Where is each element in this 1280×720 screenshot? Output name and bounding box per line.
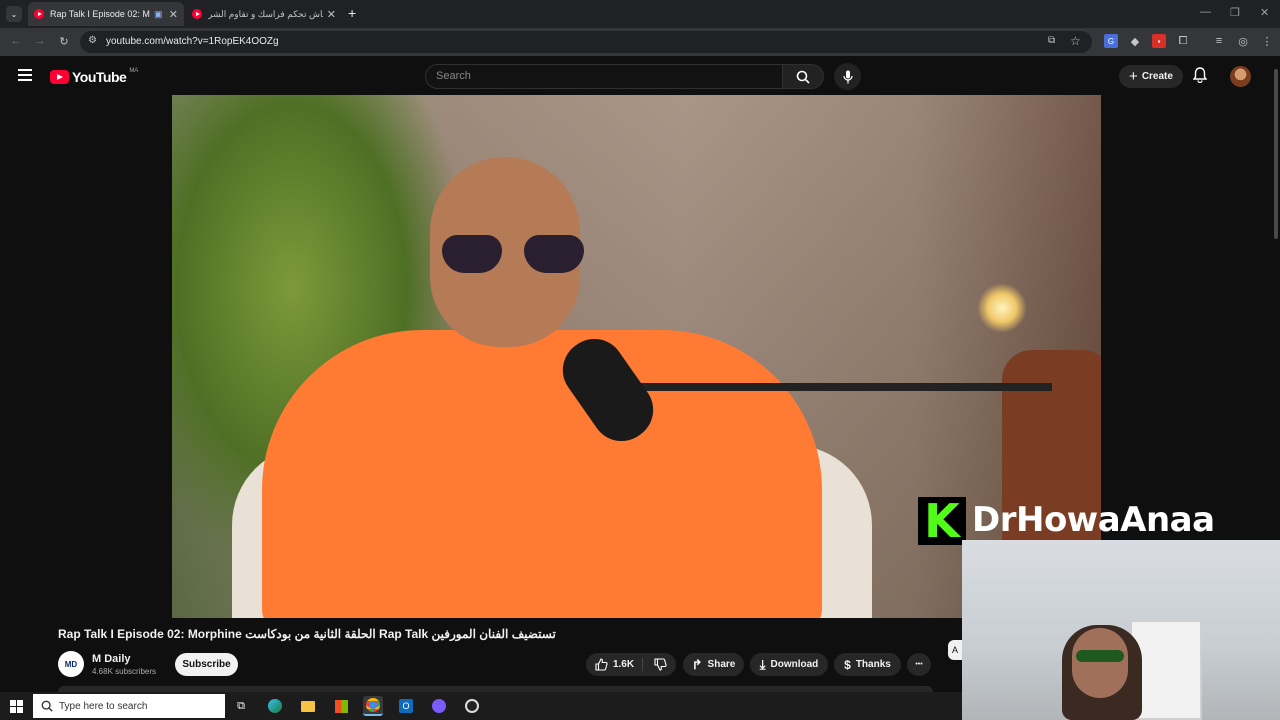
tab-label: كيفاش تحكم فراسك و تقاوم الشر... bbox=[208, 8, 323, 19]
tab-rap-talk[interactable]: Rap Talk I Episode 02: Morp ▣ ✕ bbox=[28, 2, 184, 26]
install-app-icon[interactable]: ⧉ bbox=[1048, 35, 1055, 46]
address-bar[interactable]: ⚙ youtube.com/watch?v=1RopEK4OOZg ⧉ ☆ bbox=[80, 31, 1092, 53]
maximize-icon[interactable]: ❐ bbox=[1230, 6, 1240, 19]
search-input[interactable] bbox=[436, 70, 736, 82]
download-button[interactable]: ⤓ Download bbox=[750, 653, 828, 676]
site-info-icon[interactable]: ⚙ bbox=[88, 35, 97, 46]
extension-red-icon[interactable]: ▪ bbox=[1152, 34, 1166, 48]
profile-icon[interactable]: ◎ bbox=[1236, 34, 1250, 48]
guest-image bbox=[262, 330, 822, 618]
cast-icon: ▣ bbox=[154, 8, 163, 19]
extension-diamond-icon[interactable]: ◆ bbox=[1128, 34, 1142, 48]
outlook-icon[interactable]: O bbox=[396, 696, 416, 716]
thumbs-down-icon bbox=[654, 658, 667, 671]
tab-search-button[interactable]: ⌄ bbox=[6, 6, 22, 22]
side-panel-tab[interactable]: A bbox=[948, 640, 962, 660]
streamer-name: DrHowaAnaa bbox=[972, 500, 1215, 540]
store-icon[interactable] bbox=[331, 696, 351, 716]
browser-tab-strip: ⌄ Rap Talk I Episode 02: Morp ▣ ✕ كيفاش … bbox=[0, 0, 1280, 28]
tab-label: Rap Talk I Episode 02: Morp bbox=[50, 9, 150, 19]
share-label: Share bbox=[707, 659, 736, 670]
task-view-icon[interactable]: ⧉ bbox=[231, 696, 251, 716]
tab-arabic-video[interactable]: كيفاش تحكم فراسك و تقاوم الشر... ✕ bbox=[186, 2, 342, 26]
minimize-icon[interactable]: — bbox=[1200, 6, 1211, 18]
mic-arm-image bbox=[632, 383, 1052, 391]
youtube-wordmark: YouTube bbox=[72, 69, 127, 85]
back-icon[interactable]: ← bbox=[9, 34, 23, 48]
browser-menu-icon[interactable]: ⋮ bbox=[1260, 34, 1274, 48]
microphone-icon bbox=[842, 70, 853, 83]
chrome-icon[interactable] bbox=[363, 696, 383, 716]
download-icon: ⤓ bbox=[759, 656, 766, 672]
forward-icon[interactable]: → bbox=[33, 34, 47, 48]
channel-avatar[interactable]: MD bbox=[58, 651, 84, 677]
share-button[interactable]: ↱ Share bbox=[683, 653, 744, 676]
url-text: youtube.com/watch?v=1RopEK4OOZg bbox=[106, 36, 279, 47]
discord-icon[interactable] bbox=[429, 696, 449, 716]
create-button[interactable]: + Create bbox=[1119, 65, 1183, 88]
thanks-button[interactable]: $ Thanks bbox=[834, 653, 901, 676]
translate-extension-icon[interactable]: G bbox=[1104, 34, 1118, 48]
channel-name[interactable]: M Daily bbox=[92, 653, 131, 665]
browser-toolbar: ← → ↻ ⚙ youtube.com/watch?v=1RopEK4OOZg … bbox=[0, 28, 1280, 56]
lamp-image bbox=[977, 283, 1027, 333]
plus-icon: + bbox=[1129, 68, 1138, 85]
user-avatar[interactable] bbox=[1230, 66, 1251, 87]
share-icon: ↱ bbox=[691, 656, 703, 672]
streamer-face-image bbox=[1072, 628, 1128, 698]
taskbar-search[interactable] bbox=[33, 694, 225, 718]
kick-logo-letter: K bbox=[924, 494, 960, 548]
dislike-button[interactable] bbox=[648, 658, 667, 671]
super-thanks-icon: $ bbox=[844, 657, 851, 672]
extensions-puzzle-icon[interactable]: ⧠ bbox=[1176, 34, 1190, 48]
subscriber-count: 4.68K subscribers bbox=[92, 667, 157, 676]
thanks-label: Thanks bbox=[855, 659, 891, 670]
sunglasses-image bbox=[442, 235, 587, 273]
thumbs-up-icon bbox=[595, 658, 608, 671]
like-count: 1.6K bbox=[612, 659, 635, 670]
subscribe-button[interactable]: Subscribe bbox=[175, 653, 238, 676]
file-explorer-icon[interactable] bbox=[298, 696, 318, 716]
windows-taskbar: ⧉ O bbox=[0, 692, 962, 720]
video-title: Rap Talk I Episode 02: Morphine الحلقة ا… bbox=[58, 627, 556, 641]
like-button[interactable]: 1.6K bbox=[595, 658, 644, 671]
search-icon bbox=[796, 70, 810, 84]
download-label: Download bbox=[770, 659, 819, 670]
search-button[interactable] bbox=[782, 64, 824, 89]
notifications-bell-icon[interactable] bbox=[1192, 67, 1208, 88]
close-tab-icon[interactable]: ✕ bbox=[327, 8, 336, 21]
new-tab-button[interactable]: + bbox=[348, 5, 356, 21]
edge-icon[interactable] bbox=[265, 696, 285, 716]
close-window-icon[interactable]: ✕ bbox=[1260, 6, 1269, 19]
streamer-glasses-image bbox=[1076, 650, 1124, 662]
youtube-play-icon bbox=[50, 70, 69, 84]
taskbar-search-input[interactable] bbox=[59, 700, 219, 712]
search-box bbox=[425, 64, 783, 89]
obs-icon[interactable] bbox=[462, 696, 482, 716]
close-tab-icon[interactable]: ✕ bbox=[169, 8, 178, 21]
reading-list-icon[interactable]: ≡ bbox=[1212, 34, 1226, 48]
youtube-favicon-icon bbox=[192, 9, 202, 19]
scrollbar-thumb[interactable] bbox=[1274, 69, 1278, 239]
hamburger-menu-icon[interactable] bbox=[18, 69, 32, 81]
page-scrollbar[interactable] bbox=[1272, 57, 1280, 540]
like-dislike-group: 1.6K bbox=[586, 653, 676, 676]
create-label: Create bbox=[1141, 71, 1173, 82]
reload-icon[interactable]: ↻ bbox=[57, 34, 71, 48]
windows-start-icon[interactable] bbox=[10, 700, 23, 713]
voice-search-button[interactable] bbox=[834, 63, 861, 90]
youtube-header: YouTube MA + Create bbox=[0, 57, 1280, 95]
bookmark-star-icon[interactable]: ☆ bbox=[1070, 34, 1081, 48]
more-actions-button[interactable]: ••• bbox=[907, 653, 931, 676]
youtube-favicon-icon bbox=[34, 9, 44, 19]
kick-logo: K bbox=[918, 494, 966, 548]
search-icon bbox=[41, 700, 53, 712]
country-code: MA bbox=[129, 68, 139, 74]
youtube-logo[interactable]: YouTube MA bbox=[50, 68, 139, 85]
webcam-feed bbox=[962, 540, 1280, 720]
